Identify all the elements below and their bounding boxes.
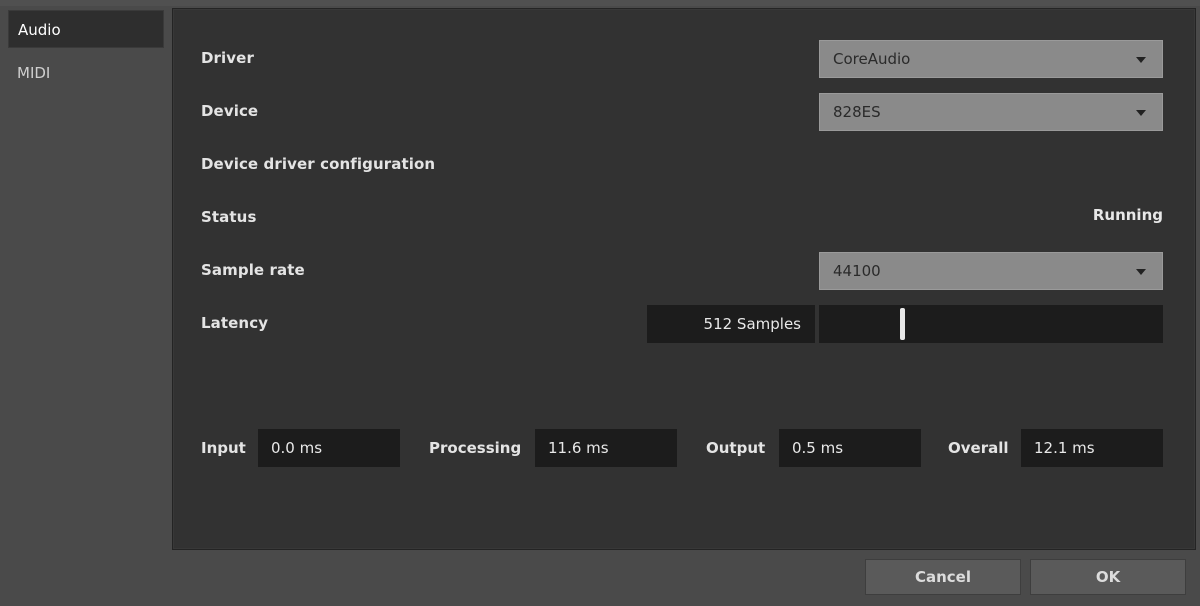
processing-latency-value: 11.6 ms — [535, 429, 677, 467]
chevron-down-icon — [1136, 110, 1146, 116]
overall-latency-value: 12.1 ms — [1021, 429, 1163, 467]
sidebar-item-audio[interactable]: Audio — [8, 10, 164, 48]
window-top-edge — [0, 0, 1200, 6]
output-latency-value: 0.5 ms — [779, 429, 921, 467]
latency-slider[interactable] — [819, 305, 1163, 343]
latency-label: Latency — [201, 314, 269, 332]
sidebar-item-midi[interactable]: MIDI — [8, 54, 164, 92]
device-dropdown[interactable]: 828ES — [819, 93, 1163, 131]
sidebar: Audio MIDI — [0, 6, 170, 606]
driver-dropdown[interactable]: CoreAudio — [819, 40, 1163, 78]
status-label: Status — [201, 208, 257, 226]
device-driver-configuration-label: Device driver configuration — [201, 155, 436, 173]
latency-value: 512 Samples — [647, 305, 815, 343]
input-latency-label: Input — [201, 439, 246, 457]
driver-value: CoreAudio — [833, 50, 911, 68]
sample-rate-dropdown[interactable]: 44100 — [819, 252, 1163, 290]
sample-rate-label: Sample rate — [201, 261, 305, 279]
status-value: Running — [1092, 206, 1163, 224]
sidebar-item-label: MIDI — [17, 64, 51, 82]
ok-button[interactable]: OK — [1030, 559, 1186, 595]
input-latency-value: 0.0 ms — [258, 429, 400, 467]
cancel-button[interactable]: Cancel — [865, 559, 1021, 595]
device-value: 828ES — [833, 103, 881, 121]
overall-latency-label: Overall — [948, 439, 1009, 457]
device-label: Device — [201, 102, 259, 120]
driver-label: Driver — [201, 49, 254, 67]
chevron-down-icon — [1136, 57, 1146, 63]
chevron-down-icon — [1136, 269, 1146, 275]
audio-settings-panel: Driver CoreAudio Device 828ES Device dri… — [172, 8, 1196, 550]
latency-slider-handle[interactable] — [900, 308, 905, 340]
sample-rate-value: 44100 — [833, 262, 881, 280]
sidebar-item-label: Audio — [18, 21, 61, 39]
output-latency-label: Output — [706, 439, 766, 457]
processing-latency-label: Processing — [429, 439, 522, 457]
